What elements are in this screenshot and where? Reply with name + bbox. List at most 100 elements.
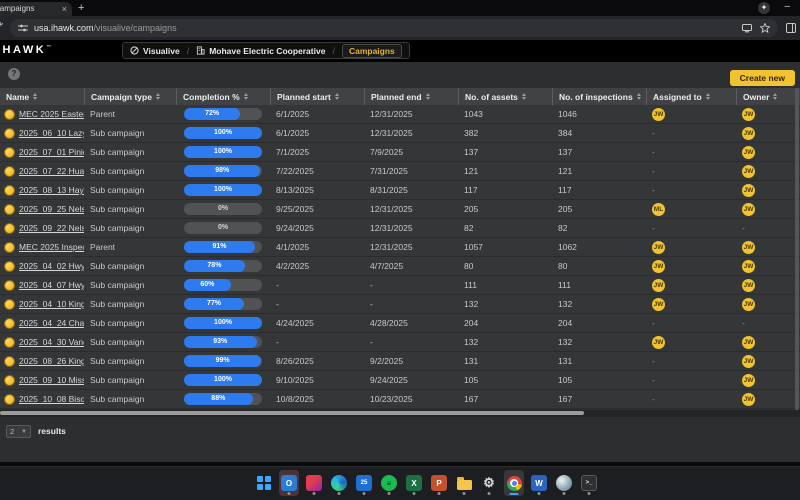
column-header-no-of-inspections[interactable]: No. of inspections <box>552 88 646 105</box>
table-row[interactable]: 2025_06_10 Lazy Y USub campaign100%6/1/2… <box>0 124 800 143</box>
column-header-campaign-type[interactable]: Campaign type <box>84 88 176 105</box>
column-header-planned-start[interactable]: Planned start <box>270 88 364 105</box>
new-tab-button[interactable]: + <box>78 1 84 16</box>
page-size-select[interactable]: 2 ▼ <box>6 425 31 438</box>
horizontal-scrollbar-track[interactable] <box>0 410 800 417</box>
powerpoint-icon[interactable]: P <box>429 470 449 496</box>
campaign-name-link[interactable]: MEC 2025 Eastern Se... <box>19 105 84 123</box>
user-avatar-badge[interactable]: JW <box>742 241 755 254</box>
site-settings-icon[interactable] <box>18 23 28 33</box>
vertical-scrollbar[interactable] <box>795 88 799 410</box>
user-avatar-badge[interactable]: JW <box>742 165 755 178</box>
user-avatar-badge[interactable]: JW <box>742 298 755 311</box>
campaign-name-link[interactable]: 2025_04_02 Hwy 95 <box>19 257 84 275</box>
column-header-completion-[interactable]: Completion % <box>176 88 270 105</box>
user-avatar-badge[interactable]: JW <box>742 127 755 140</box>
app-25-icon[interactable]: 25 <box>354 470 374 496</box>
user-avatar-badge[interactable]: JW <box>742 336 755 349</box>
start-icon[interactable] <box>254 470 274 496</box>
office365-icon[interactable] <box>304 470 324 496</box>
reload-icon[interactable]: ⟳ <box>0 20 3 31</box>
user-avatar-badge[interactable]: JW <box>652 260 665 273</box>
horizontal-scrollbar-thumb[interactable] <box>0 411 584 415</box>
user-avatar-badge[interactable]: JW <box>652 108 665 121</box>
table-row[interactable]: 2025_04_24 Chaparr...Sub campaign100%4/2… <box>0 314 800 333</box>
word-icon[interactable]: W <box>529 470 549 496</box>
campaign-name-link[interactable]: 2025_08_13 Hayden ... <box>19 181 84 199</box>
user-avatar-badge[interactable]: JW <box>742 374 755 387</box>
user-avatar-badge[interactable]: JW <box>652 279 665 292</box>
campaign-name-link[interactable]: 2025_04_24 Chaparr... <box>19 314 84 332</box>
table-row[interactable]: 2025_04_07 Hwy 95, ...Sub campaign60%--1… <box>0 276 800 295</box>
table-row[interactable]: 2025_07_01 Pinion Pi...Sub campaign100%7… <box>0 143 800 162</box>
campaign-name-link[interactable]: 2025_09_22 Nelson t... <box>19 219 84 237</box>
table-row[interactable]: 2025_04_10 King Str...Sub campaign77%--1… <box>0 295 800 314</box>
table-row[interactable]: 2025_09_22 Nelson t...Sub campaign0%9/24… <box>0 219 800 238</box>
campaign-name-link[interactable]: 2025_07_01 Pinion Pi... <box>19 143 84 161</box>
chrome-icon[interactable] <box>504 470 524 496</box>
column-header-no-of-assets[interactable]: No. of assets <box>458 88 552 105</box>
excel-icon[interactable]: X <box>404 470 424 496</box>
campaign-name-link[interactable]: MEC 2025 Inspections <box>19 238 84 256</box>
user-avatar-badge[interactable]: JW <box>652 336 665 349</box>
campaign-name-link[interactable]: 2025_07_22 Hualapai... <box>19 162 84 180</box>
gear-icon[interactable]: ⚙ <box>479 470 499 496</box>
file-explorer-icon[interactable] <box>454 470 474 496</box>
sort-icon[interactable] <box>156 93 160 100</box>
install-app-icon[interactable] <box>742 23 752 33</box>
google-earth-icon[interactable] <box>554 470 574 496</box>
user-avatar-badge[interactable]: JW <box>742 203 755 216</box>
user-avatar-badge[interactable]: JW <box>742 279 755 292</box>
column-header-name[interactable]: Name <box>0 88 84 105</box>
table-row[interactable]: 2025_09_25 Nelson T...Sub campaign0%9/25… <box>0 200 800 219</box>
omnibox[interactable]: usa.ihawk.com/visualive/campaigns <box>10 19 778 37</box>
window-minimize-button[interactable]: – <box>784 0 790 14</box>
user-avatar-badge[interactable]: JW <box>652 298 665 311</box>
table-row[interactable]: MEC 2025 Eastern Se...Parent72%6/1/20251… <box>0 105 800 124</box>
table-row[interactable]: 2025_04_30 Vandersl...Sub campaign93%--1… <box>0 333 800 352</box>
bookmark-star-icon[interactable] <box>760 23 770 33</box>
tab-close-icon[interactable]: × <box>62 2 67 16</box>
create-new-button[interactable]: Create new <box>730 70 795 86</box>
campaign-name-link[interactable]: 2025_08_26 King St a... <box>19 352 84 370</box>
table-row[interactable]: MEC 2025 InspectionsParent91%4/1/202512/… <box>0 238 800 257</box>
breadcrumb-item-campaigns[interactable]: Campaigns <box>342 44 402 58</box>
column-header-assigned-to[interactable]: Assigned to <box>646 88 736 105</box>
campaign-name-link[interactable]: 2025_06_10 Lazy Y U <box>19 124 84 142</box>
breadcrumb-item-organization[interactable]: Mohave Electric Cooperative <box>196 46 325 56</box>
user-avatar-badge[interactable]: JW <box>742 393 755 406</box>
table-row[interactable]: 2025_08_13 Hayden ...Sub campaign100%8/1… <box>0 181 800 200</box>
user-avatar-badge[interactable]: JW <box>742 184 755 197</box>
campaign-name-link[interactable]: 2025_04_07 Hwy 95, ... <box>19 276 84 294</box>
user-avatar-badge[interactable]: ML <box>652 203 665 216</box>
browser-sparkle-icon[interactable]: ✦ <box>758 2 770 14</box>
terminal-icon[interactable]: >_ <box>579 470 599 496</box>
table-row[interactable]: 2025_07_22 Hualapai...Sub campaign98%7/2… <box>0 162 800 181</box>
sort-icon[interactable] <box>426 93 430 100</box>
column-header-owner[interactable]: Owner <box>736 88 800 105</box>
sort-icon[interactable] <box>335 93 339 100</box>
sort-icon[interactable] <box>522 93 526 100</box>
help-icon[interactable]: ? <box>8 68 20 80</box>
sort-icon[interactable] <box>244 93 248 100</box>
campaign-name-link[interactable]: 2025_04_10 King Str... <box>19 295 84 313</box>
table-row[interactable]: 2025_09_10 Mission ...Sub campaign100%9/… <box>0 371 800 390</box>
url-text[interactable]: usa.ihawk.com/visualive/campaigns <box>34 19 177 37</box>
side-panel-icon[interactable] <box>786 23 796 33</box>
user-avatar-badge[interactable]: JW <box>742 260 755 273</box>
user-avatar-badge[interactable]: JW <box>742 146 755 159</box>
sort-icon[interactable] <box>637 93 641 100</box>
campaign-name-link[interactable]: 2025_09_10 Mission ... <box>19 371 84 389</box>
table-row[interactable]: 2025_10_08 Bison Av...Sub campaign88%10/… <box>0 390 800 409</box>
user-avatar-badge[interactable]: JW <box>742 355 755 368</box>
sort-icon[interactable] <box>706 93 710 100</box>
outlook-icon[interactable]: O <box>279 470 299 496</box>
column-header-planned-end[interactable]: Planned end <box>364 88 458 105</box>
edge-icon[interactable] <box>329 470 349 496</box>
campaign-name-link[interactable]: 2025_04_30 Vandersl... <box>19 333 84 351</box>
spotify-icon[interactable]: ≡ <box>379 470 399 496</box>
sort-icon[interactable] <box>773 93 777 100</box>
campaign-name-link[interactable]: 2025_10_08 Bison Av... <box>19 390 84 408</box>
browser-tab[interactable]: Campaigns × <box>0 2 72 16</box>
campaign-name-link[interactable]: 2025_09_25 Nelson T... <box>19 200 84 218</box>
